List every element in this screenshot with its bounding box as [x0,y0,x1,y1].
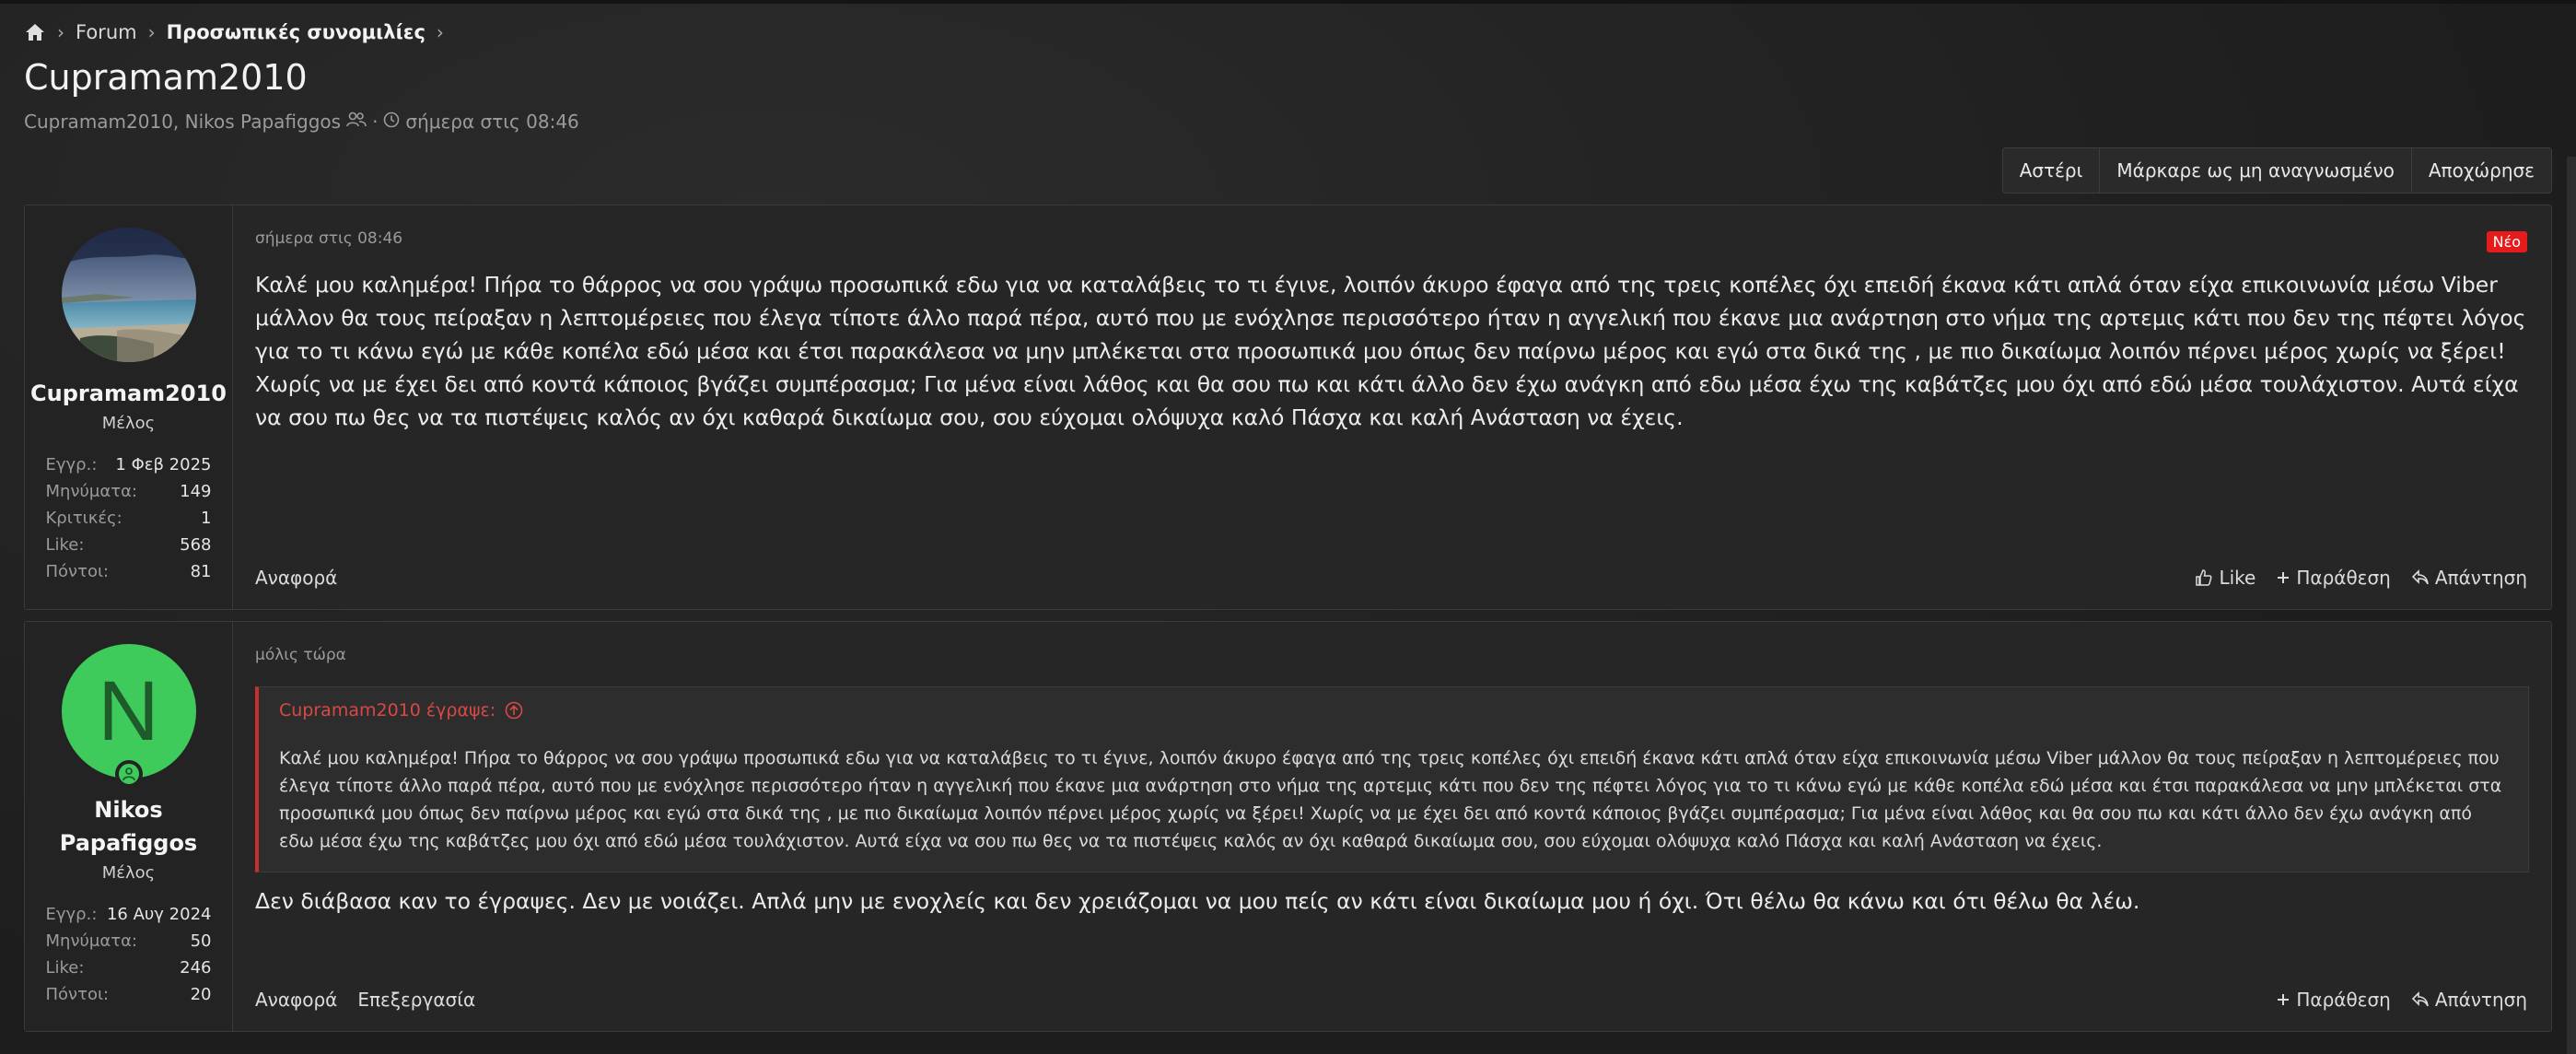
author-stats: Εγγρ.: 1 Φεβ 2025 Μηνύματα: 149 Κριτικές: 1… [46,451,212,585]
stat-label: Πόντοι: [45,562,110,581]
breadcrumb-separator-icon: › [147,21,156,43]
home-icon[interactable] [24,21,46,43]
top-border [0,0,2576,4]
reply-label: Απάντηση [2434,989,2527,1011]
like-label: Like [2219,567,2256,589]
meta-separator: · [372,111,379,133]
author-name[interactable]: Cupramam2010 [30,377,227,410]
message-post: N Nikos Papafiggos Μέλος Εγγρ.: 16 Αυγ 20… [24,621,2552,1032]
quote-block: Cupramam2010 έγραψε: Καλέ μου καλημέρα! … [255,686,2529,872]
stat-row: Μηνύματα: 149 [46,478,212,505]
breadcrumb-separator-icon: › [436,21,444,43]
post-footer: Αναφορά Like Παράθεση Απάντηση [255,567,2527,589]
quote-button[interactable]: Παράθεση [2276,989,2391,1011]
scrollbar[interactable] [2567,157,2576,1054]
post-body: Δεν διάβασα καν το έγραψες. Δεν με νοιάζ… [255,888,2140,914]
thread-action-bar: Αστέρι Μάρκαρε ως μη αναγνωσμένο Αποχώρη… [2001,147,2552,193]
stat-value: 16 Αυγ 2024 [106,905,212,924]
quote-label: Παράθεση [2296,989,2391,1011]
stat-label: Πόντοι: [45,985,110,1004]
author-role: Μέλος [101,863,156,883]
thumbs-up-icon [2196,569,2212,586]
leave-conversation-button[interactable]: Αποχώρησε [2412,148,2551,193]
stat-value: 81 [190,562,212,581]
breadcrumb-conversations-link[interactable]: Προσωπικές συνομιλίες [167,21,425,43]
new-badge: Νέο [2486,231,2527,252]
stat-value: 246 [180,958,212,978]
page-title: Cupramam2010 [24,57,308,98]
avatar[interactable] [61,228,196,362]
post-body: Καλέ μου καλημέρα! Πήρα το θάρρος να σου… [255,272,2526,430]
message-content: μόλις τώρα Cupramam2010 έγραψε: Καλέ μου… [233,622,2551,1031]
stat-label: Μηνύματα: [45,482,138,501]
mark-unread-button[interactable]: Μάρκαρε ως μη αναγνωσμένο [2100,148,2412,193]
stat-label: Like: [45,535,85,555]
reply-icon [2411,991,2429,1007]
author-name[interactable]: Nikos Papafiggos [60,793,198,860]
stat-value: 20 [190,985,212,1004]
message-post: Cupramam2010 Μέλος Εγγρ.: 1 Φεβ 2025 Μηνύ… [24,205,2552,610]
report-link[interactable]: Αναφορά [255,567,337,589]
plus-icon [2278,994,2290,1005]
quote-label: Παράθεση [2296,567,2391,589]
reply-button[interactable]: Απάντηση [2411,989,2527,1011]
thread-meta: Cupramam2010, Nikos Papafiggos · σήμερα … [24,111,579,133]
message-content: σήμερα στις 08:46 Νέο Καλέ μου καλημέρα!… [233,205,2551,609]
stat-row: Πόντοι: 81 [46,558,212,585]
author-stats: Εγγρ.: 16 Αυγ 2024 Μηνύματα: 50 Like: 246 Π… [46,901,212,1008]
stat-row: Εγγρ.: 16 Αυγ 2024 [46,901,212,928]
post-date[interactable]: μόλις τώρα [255,646,2529,664]
quote-header[interactable]: Cupramam2010 έγραψε: [279,700,2506,720]
stat-row: Like: 246 [46,954,212,981]
avatar[interactable]: N [61,644,196,788]
breadcrumb: › Forum › Προσωπικές συνομιλίες › [24,18,455,46]
quote-button[interactable]: Παράθεση [2276,567,2391,589]
stat-row: Μηνύματα: 50 [46,928,212,954]
report-link[interactable]: Αναφορά [255,989,337,1011]
clock-icon [383,111,400,133]
quote-author[interactable]: Cupramam2010 έγραψε: [279,700,495,720]
breadcrumb-separator-icon: › [57,21,64,43]
stat-value[interactable]: 50 [191,928,212,954]
stat-value[interactable]: 149 [180,478,211,505]
stat-value: 1 Φεβ 2025 [115,455,212,474]
post-date[interactable]: σήμερα στις 08:46 [255,229,2529,248]
like-button[interactable]: Like [2195,567,2255,589]
participants-list[interactable]: Cupramam2010, Nikos Papafiggos [24,111,341,133]
reply-button[interactable]: Απάντηση [2411,567,2527,589]
stat-label: Εγγρ.: [45,905,98,924]
jump-to-quote-icon[interactable] [505,701,523,720]
participants-icon [346,111,367,133]
stat-label: Κριτικές: [45,509,122,528]
stat-label: Μηνύματα: [45,931,138,951]
stat-row: Like: 568 [46,532,212,558]
reply-label: Απάντηση [2434,567,2527,589]
stat-value: 568 [180,535,212,555]
author-role: Μέλος [101,414,156,433]
reply-icon [2411,569,2429,585]
avatar-letter: N [98,663,159,758]
star-button[interactable]: Αστέρι [2003,148,2101,193]
stat-value[interactable]: 1 [201,505,211,532]
stat-row: Εγγρ.: 1 Φεβ 2025 [46,451,212,478]
message-author-column: Cupramam2010 Μέλος Εγγρ.: 1 Φεβ 2025 Μηνύ… [25,205,233,609]
stat-label: Εγγρ.: [45,455,98,474]
thread-date[interactable]: σήμερα στις 08:46 [405,111,578,133]
post-footer: Αναφορά Επεξεργασία Παράθεση Απάντηση [255,989,2527,1011]
stat-row: Κριτικές: 1 [46,505,212,532]
stat-row: Πόντοι: 20 [46,981,212,1008]
quote-text: Καλέ μου καλημέρα! Πήρα το θάρρος να σου… [279,748,2502,851]
stat-label: Like: [45,958,85,978]
plus-icon [2278,572,2290,583]
online-status-icon [114,760,143,788]
edit-link[interactable]: Επεξεργασία [357,989,475,1011]
breadcrumb-forum-link[interactable]: Forum [76,21,137,43]
message-author-column: N Nikos Papafiggos Μέλος Εγγρ.: 16 Αυγ 20… [25,622,233,1031]
